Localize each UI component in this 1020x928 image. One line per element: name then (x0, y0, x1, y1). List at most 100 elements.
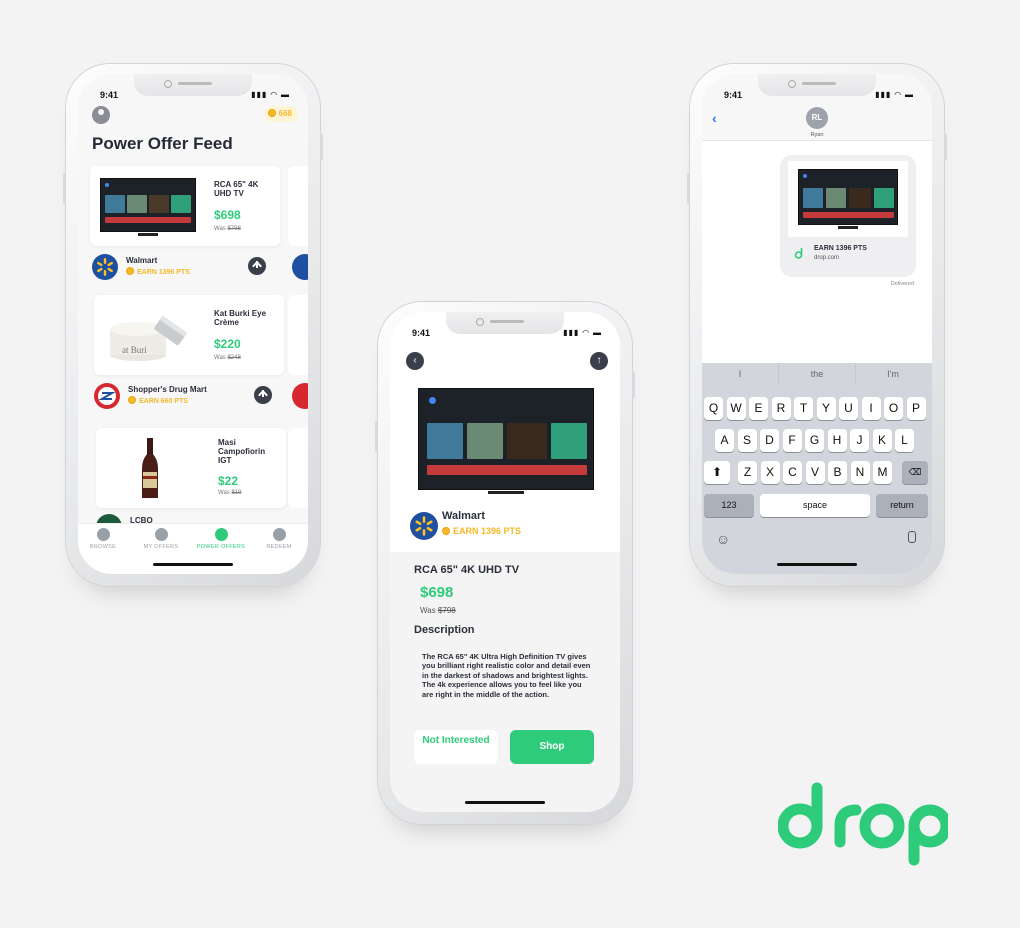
offer-card[interactable]: RCA 65" 4K UHD TV $698 Was $798 (90, 166, 280, 246)
suggestion[interactable]: the (778, 363, 856, 385)
key-z[interactable]: Z (738, 461, 757, 484)
return-key[interactable]: return (876, 494, 928, 517)
signal-wifi-battery-icon: ▮▮▮ ◠ ▬ (251, 90, 290, 99)
share-icon[interactable]: ↑ (590, 352, 608, 370)
backspace-icon[interactable]: ⌫ (902, 461, 928, 484)
status-bar: 9:41 ▮▮▮ ◠ ▬ (724, 90, 914, 104)
back-icon[interactable]: ‹ (406, 352, 424, 370)
phone-feed: 9:41 ▮▮▮ ◠ ▬ 668 Power Offer Feed RCA 65… (63, 64, 323, 586)
compass-icon (96, 528, 110, 541)
key-i[interactable]: I (861, 397, 881, 420)
key-p[interactable]: P (906, 397, 926, 420)
phone-messages: 9:41 ▮▮▮ ◠ ▬ ‹ RL Ryan EARN 1396 PTS dro… (687, 64, 947, 586)
not-interested-button[interactable]: Not Interested (414, 730, 498, 764)
key-n[interactable]: N (850, 461, 870, 484)
side-button (687, 174, 690, 204)
key-b[interactable]: B (828, 461, 847, 484)
shop-button[interactable]: Shop (510, 730, 594, 764)
shoppers-logo-icon (94, 383, 120, 409)
dollar-icon (272, 528, 286, 541)
store-row: Walmart EARN 1396 PTS (92, 254, 266, 280)
product-name: Kat Burki Eye Crème (214, 309, 267, 327)
shoppers-logo-icon (292, 383, 308, 409)
key-e[interactable]: E (749, 397, 768, 420)
side-button (63, 174, 66, 204)
key-g[interactable]: G (805, 429, 824, 452)
offer-card[interactable]: at Buri Kat Burki Eye Crème $220 Was $24… (94, 295, 284, 375)
was-price: Was $798 (420, 606, 456, 615)
home-indicator[interactable] (465, 801, 545, 804)
tv-image (100, 178, 196, 236)
space-key[interactable]: space (760, 494, 870, 517)
contact-avatar[interactable]: RL (806, 107, 828, 129)
key-l[interactable]: L (895, 429, 914, 452)
next-card-peek[interactable] (288, 295, 308, 375)
description-text: The RCA 65" 4K Ultra High Definition TV … (422, 652, 591, 699)
product-price: $698 (420, 584, 454, 601)
link-preview-image (788, 161, 908, 237)
points-badge[interactable]: 668 (263, 106, 298, 122)
product-price: $220 (214, 337, 241, 351)
home-indicator[interactable] (153, 563, 233, 566)
earn-points: EARN 660 PTS (128, 396, 188, 405)
svg-text:at Buri: at Buri (122, 345, 147, 355)
tab-power-offers[interactable]: POWER OFFERS (192, 528, 250, 550)
offer-card[interactable]: Masi Campofiorin IGT $22 Was $19 (96, 428, 286, 508)
suggestion[interactable]: I'm (855, 363, 931, 385)
product-name: RCA 65" 4K UHD TV (414, 564, 520, 576)
signal-wifi-battery-icon: ▮▮▮ ◠ ▬ (563, 328, 602, 337)
emoji-icon[interactable]: ☺ (716, 531, 730, 547)
key-a[interactable]: A (715, 429, 734, 452)
key-q[interactable]: Q (704, 397, 723, 420)
link-preview-title: EARN 1396 PTS (814, 245, 867, 252)
shift-icon[interactable]: ⬆ (704, 461, 730, 484)
key-s[interactable]: S (737, 429, 757, 452)
was-price: Was $798 (214, 226, 241, 232)
tab-my-offers[interactable]: MY OFFERS (132, 528, 190, 550)
profile-avatar-icon[interactable] (92, 106, 110, 124)
key-c[interactable]: C (783, 461, 802, 484)
key-o[interactable]: O (884, 397, 903, 420)
tab-browse[interactable]: BROWSE (78, 528, 132, 550)
next-card-peek[interactable] (288, 166, 308, 246)
conversation-body: EARN 1396 PTS drop.com Delivered (702, 141, 932, 363)
share-icon[interactable] (254, 386, 272, 404)
key-w[interactable]: W (726, 397, 746, 420)
home-indicator[interactable] (777, 563, 857, 566)
description-heading: Description (414, 624, 475, 636)
key-x[interactable]: X (760, 461, 780, 484)
phone-detail: 9:41 ▮▮▮ ◠ ▬ ‹ ↑ Walmart EARN 1396 PTS R… (375, 302, 635, 824)
key-d[interactable]: D (760, 429, 779, 452)
tab-bar: BROWSE MY OFFERS POWER OFFERS REDEEM (78, 523, 308, 574)
link-preview-bubble[interactable]: EARN 1396 PTS drop.com (780, 155, 916, 277)
key-k[interactable]: K (872, 429, 892, 452)
drop-icon (794, 248, 803, 259)
key-m[interactable]: M (873, 461, 892, 484)
key-u[interactable]: U (839, 397, 858, 420)
suggestion[interactable]: I (702, 363, 778, 385)
coin-icon (442, 527, 450, 535)
key-r[interactable]: R (771, 397, 791, 420)
key-y[interactable]: Y (816, 397, 836, 420)
numbers-key[interactable]: 123 (704, 494, 754, 517)
tv-image (418, 388, 594, 494)
contact-name: Ryan (810, 132, 824, 138)
tab-redeem[interactable]: REDEEM (250, 528, 308, 550)
delivered-status: Delivered (890, 281, 914, 287)
key-h[interactable]: H (827, 429, 847, 452)
key-j[interactable]: J (850, 429, 869, 452)
share-icon[interactable] (248, 257, 266, 275)
key-v[interactable]: V (805, 461, 825, 484)
signal-wifi-battery-icon: ▮▮▮ ◠ ▬ (875, 90, 914, 99)
feed-screen: 9:41 ▮▮▮ ◠ ▬ 668 Power Offer Feed RCA 65… (78, 74, 308, 574)
walmart-logo-icon (92, 254, 118, 280)
store-name: Walmart (442, 510, 485, 522)
back-icon[interactable]: ‹ (712, 110, 717, 126)
key-f[interactable]: F (782, 429, 802, 452)
drop-logo (777, 782, 952, 871)
key-t[interactable]: T (794, 397, 813, 420)
walmart-logo-icon (410, 512, 438, 540)
next-card-peek[interactable] (288, 428, 308, 508)
microphone-icon[interactable] (908, 531, 916, 543)
earn-points: EARN 1396 PTS (442, 526, 521, 536)
